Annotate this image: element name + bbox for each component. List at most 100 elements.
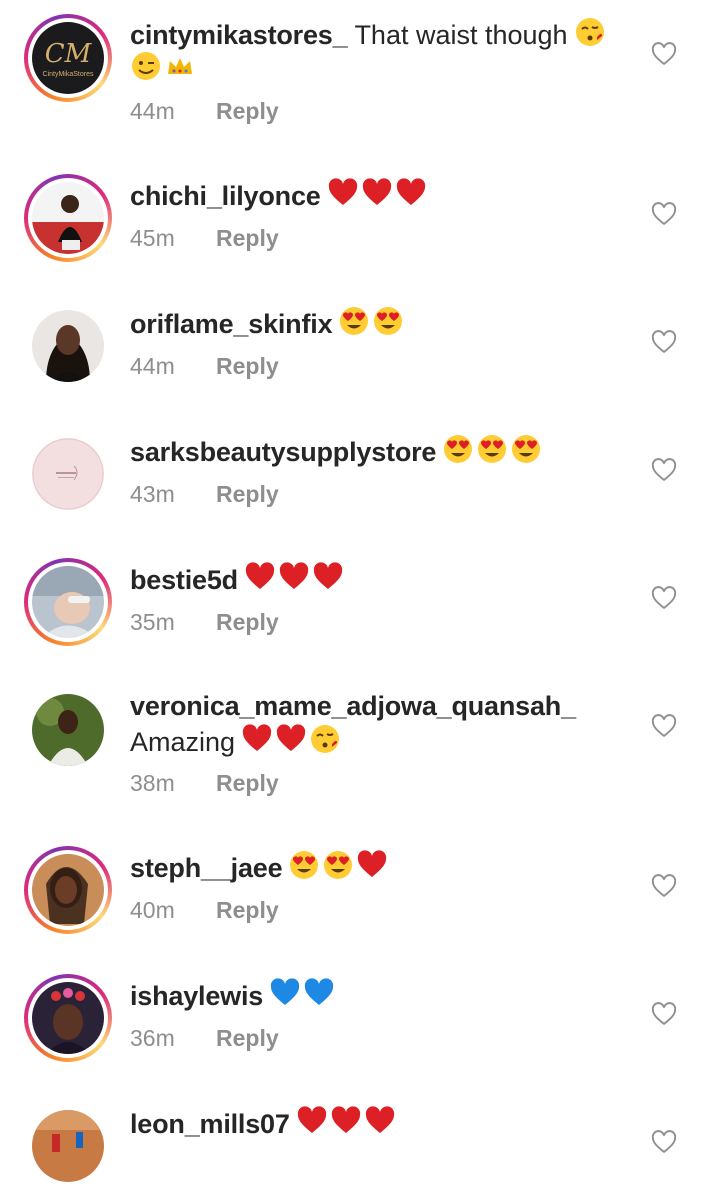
comment-meta: 36m Reply bbox=[130, 1025, 279, 1052]
comment-time: 44m bbox=[130, 353, 175, 379]
like-heart-icon[interactable] bbox=[650, 872, 678, 900]
avatar[interactable] bbox=[24, 1102, 112, 1190]
red-heart-icon bbox=[364, 1105, 396, 1137]
comment-meta: 45m Reply bbox=[130, 225, 279, 252]
avatar[interactable] bbox=[24, 558, 112, 646]
reply-button[interactable]: Reply bbox=[216, 770, 279, 796]
comment-username[interactable]: chichi_lilyonce bbox=[130, 181, 321, 211]
comment-body: That waist though bbox=[354, 20, 568, 50]
red-heart-icon bbox=[327, 177, 359, 209]
blue-heart-icon bbox=[269, 977, 301, 1009]
like-heart-icon[interactable] bbox=[650, 328, 678, 356]
emoji-group bbox=[296, 1105, 396, 1137]
like-heart-icon[interactable] bbox=[650, 40, 678, 68]
avatar[interactable] bbox=[24, 430, 112, 518]
comment-text: steph__jaee bbox=[130, 849, 610, 885]
comment-text: oriflame_skinfix bbox=[130, 305, 610, 341]
comment-time: 44m bbox=[130, 98, 175, 124]
red-heart-icon bbox=[356, 849, 388, 881]
heart-eyes-icon bbox=[288, 849, 320, 881]
comment-text: chichi_lilyonce bbox=[130, 177, 610, 213]
emoji-line bbox=[130, 50, 610, 86]
blue-heart-icon bbox=[303, 977, 335, 1009]
avatar[interactable] bbox=[24, 846, 112, 934]
emoji-group bbox=[574, 16, 606, 48]
kissing-face-icon bbox=[574, 16, 606, 48]
avatar[interactable] bbox=[24, 302, 112, 390]
comment-username[interactable]: sarksbeautysupplystore bbox=[130, 437, 436, 467]
winking-face-icon bbox=[130, 50, 162, 82]
red-heart-icon bbox=[296, 1105, 328, 1137]
comment-text: sarksbeautysupplystore bbox=[130, 433, 610, 469]
comment-meta: 40m Reply bbox=[130, 897, 279, 924]
heart-eyes-icon bbox=[510, 433, 542, 465]
emoji-group bbox=[241, 723, 341, 755]
emoji-group bbox=[130, 50, 196, 82]
like-heart-icon[interactable] bbox=[650, 584, 678, 612]
comment-text: cintymikastores_ That waist though bbox=[130, 16, 610, 52]
heart-eyes-icon bbox=[476, 433, 508, 465]
comment-username[interactable]: veronica_mame_adjowa_quansah_ bbox=[130, 691, 576, 721]
reply-button[interactable]: Reply bbox=[216, 609, 279, 635]
red-heart-icon bbox=[330, 1105, 362, 1137]
reply-button[interactable]: Reply bbox=[216, 1025, 279, 1051]
comment-username[interactable]: ishaylewis bbox=[130, 981, 263, 1011]
avatar-logo-text: CintyMikaStores bbox=[43, 71, 94, 78]
comment-username[interactable]: bestie5d bbox=[130, 565, 238, 595]
red-heart-icon bbox=[361, 177, 393, 209]
avatar[interactable] bbox=[24, 974, 112, 1062]
comment-meta: 44m Reply bbox=[130, 98, 279, 125]
like-heart-icon[interactable] bbox=[650, 200, 678, 228]
reply-button[interactable]: Reply bbox=[216, 897, 279, 923]
reply-button[interactable]: Reply bbox=[216, 353, 279, 379]
comment-time: 45m bbox=[130, 225, 175, 251]
emoji-group bbox=[288, 849, 388, 881]
comment-time: 43m bbox=[130, 481, 175, 507]
red-heart-icon bbox=[278, 561, 310, 593]
like-heart-icon[interactable] bbox=[650, 1000, 678, 1028]
avatar[interactable] bbox=[24, 174, 112, 262]
comment-time: 40m bbox=[130, 897, 175, 923]
comment-meta: 35m Reply bbox=[130, 609, 279, 636]
comment-text: veronica_mame_adjowa_quansah_ Amazing bbox=[130, 689, 610, 759]
like-heart-icon[interactable] bbox=[650, 712, 678, 740]
avatar[interactable] bbox=[24, 686, 112, 774]
comment-meta: 38m Reply bbox=[130, 770, 279, 797]
avatar[interactable]: CM CintyMikaStores bbox=[24, 14, 112, 102]
comment-username[interactable]: oriflame_skinfix bbox=[130, 309, 333, 339]
red-heart-icon bbox=[241, 723, 273, 755]
comment-meta: 43m Reply bbox=[130, 481, 279, 508]
red-heart-icon bbox=[244, 561, 276, 593]
kissing-face-icon bbox=[309, 723, 341, 755]
red-heart-icon bbox=[275, 723, 307, 755]
emoji-group bbox=[244, 561, 344, 593]
reply-button[interactable]: Reply bbox=[216, 481, 279, 507]
comment-time: 38m bbox=[130, 770, 175, 796]
comment-time: 36m bbox=[130, 1025, 175, 1051]
comment-meta: 44m Reply bbox=[130, 353, 279, 380]
red-heart-icon bbox=[312, 561, 344, 593]
comment-username[interactable]: steph__jaee bbox=[130, 853, 283, 883]
emoji-group bbox=[338, 305, 404, 337]
heart-eyes-icon bbox=[442, 433, 474, 465]
like-heart-icon[interactable] bbox=[650, 456, 678, 484]
heart-eyes-icon bbox=[338, 305, 370, 337]
reply-button[interactable]: Reply bbox=[216, 98, 279, 124]
reply-button[interactable]: Reply bbox=[216, 225, 279, 251]
heart-eyes-icon bbox=[372, 305, 404, 337]
svg-text:CM: CM bbox=[45, 39, 93, 69]
emoji-group bbox=[442, 433, 542, 465]
comment-text: leon_mills07 bbox=[130, 1105, 610, 1141]
comment-text: ishaylewis bbox=[130, 977, 610, 1013]
heart-eyes-icon bbox=[322, 849, 354, 881]
comment-body: Amazing bbox=[130, 727, 236, 757]
comment-username[interactable]: cintymikastores_ bbox=[130, 20, 348, 50]
emoji-group bbox=[269, 977, 335, 1009]
like-heart-icon[interactable] bbox=[650, 1128, 678, 1156]
comment-time: 35m bbox=[130, 609, 175, 635]
red-heart-icon bbox=[395, 177, 427, 209]
emoji-group bbox=[327, 177, 427, 209]
comment-text: bestie5d bbox=[130, 561, 610, 597]
crown-icon bbox=[164, 50, 196, 82]
comment-username[interactable]: leon_mills07 bbox=[130, 1109, 290, 1139]
